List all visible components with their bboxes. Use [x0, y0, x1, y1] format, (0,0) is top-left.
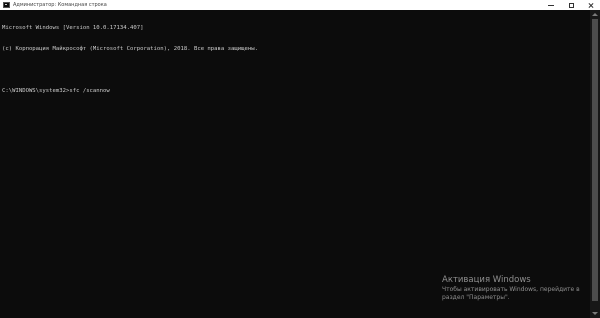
window-title: Администратор: Командная строка	[13, 2, 107, 8]
maximize-button[interactable]	[562, 0, 580, 10]
cmd-icon[interactable]	[3, 2, 10, 8]
activation-title: Активация Windows	[442, 275, 531, 285]
title-bar[interactable]: Администратор: Командная строка	[0, 0, 600, 10]
close-button[interactable]	[582, 0, 600, 10]
scroll-up-arrow-icon[interactable]	[592, 13, 598, 16]
console-line-copyright: (c) Корпорация Майкрософт (Microsoft Cor…	[2, 46, 258, 52]
close-icon	[588, 2, 594, 8]
activation-watermark: Активация Windows Чтобы активировать Win…	[442, 275, 590, 302]
scroll-down-arrow-icon[interactable]	[592, 312, 598, 315]
scrollbar-thumb[interactable]	[592, 19, 598, 301]
console-line-command: C:\WINDOWS\system32>sfc /scannow	[2, 88, 110, 94]
console-line-version: Microsoft Windows [Version 10.0.17134.40…	[2, 25, 144, 31]
maximize-icon	[568, 2, 574, 8]
vertical-scrollbar[interactable]	[590, 10, 600, 318]
console-output[interactable]: Microsoft Windows [Version 10.0.17134.40…	[0, 10, 590, 318]
command-prompt-window: Администратор: Командная строка Microsof…	[0, 0, 600, 318]
activation-description: Чтобы активировать Windows, перейдите в …	[442, 286, 580, 301]
minimize-button[interactable]	[542, 0, 560, 10]
minimize-icon	[548, 4, 554, 6]
